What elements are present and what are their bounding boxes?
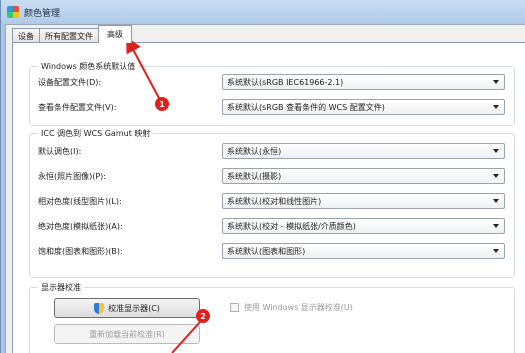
annotation-overlay bbox=[126, 36, 201, 353]
annotation-badge-2: 2 bbox=[196, 309, 210, 323]
annotation-arrow-1 bbox=[126, 36, 161, 101]
tab-advanced[interactable]: 高级 bbox=[98, 25, 132, 43]
annotation-badge-1: 1 bbox=[155, 97, 169, 111]
annotation-arrow-2 bbox=[171, 321, 201, 353]
